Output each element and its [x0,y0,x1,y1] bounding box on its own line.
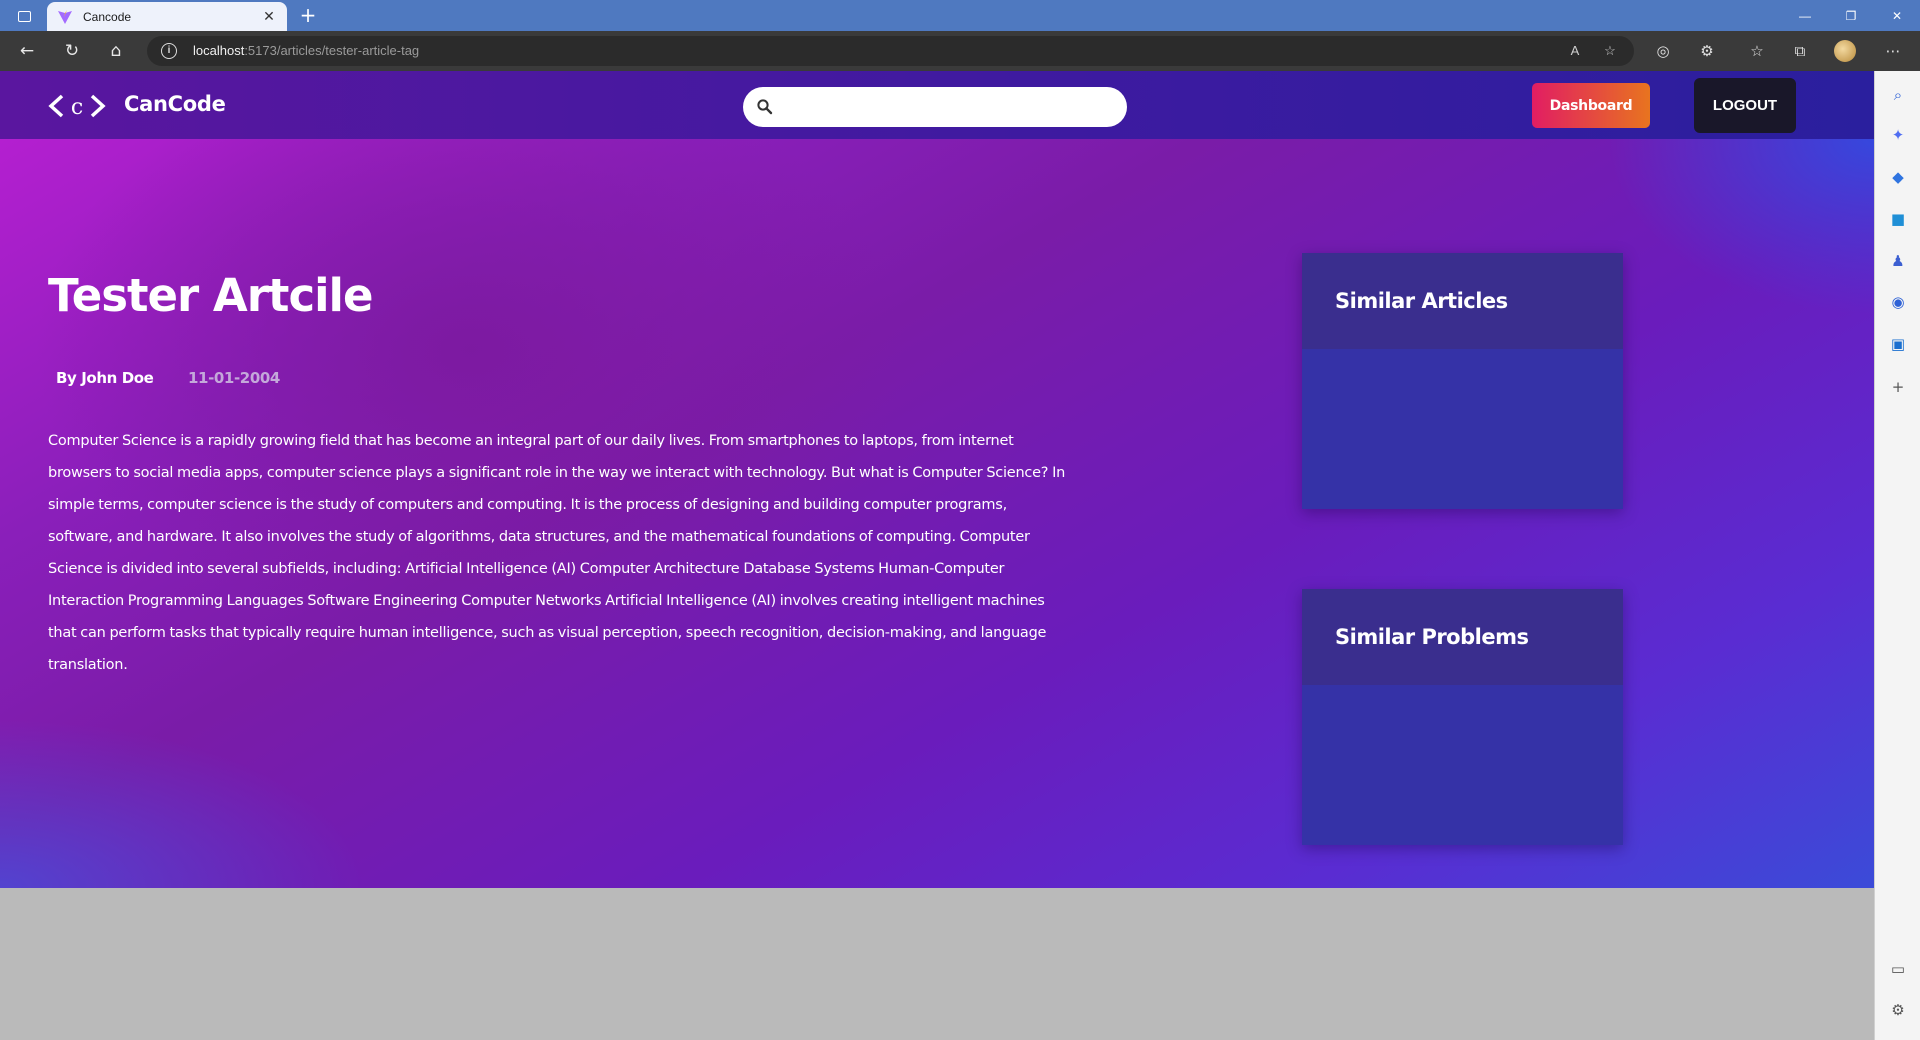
search-input[interactable] [783,92,1113,122]
site-info-icon[interactable]: i [161,43,177,59]
dashboard-button[interactable]: Dashboard [1532,83,1650,128]
outlook-icon[interactable]: ▣ [1887,333,1909,355]
new-tab-button[interactable]: + [296,4,320,28]
collections-icon[interactable]: ⧉ [1785,37,1815,65]
extensions-icon[interactable]: ⚙ [1692,37,1722,65]
similar-problems-card: Similar Problems [1302,589,1623,845]
more-options-icon[interactable]: ⋯ [1878,37,1908,65]
add-sidebar-app-icon[interactable]: + [1887,376,1909,398]
similar-articles-title: Similar Articles [1335,289,1508,313]
page-viewport: c CanCode Dashboard LOGOUT Tester Artcil… [0,71,1874,1040]
hide-sidebar-icon[interactable]: ▭ [1887,958,1909,980]
cancode-logo-icon[interactable]: c [48,91,106,121]
search-sidebar-icon[interactable]: ⌕ [1887,84,1909,106]
shopping-tag-icon[interactable]: ◆ [1887,166,1909,188]
copilot-icon[interactable]: ✦ [1887,124,1909,146]
tab-title: Cancode [83,9,132,24]
similar-articles-card: Similar Articles [1302,253,1623,509]
profile-avatar[interactable] [1830,37,1860,65]
microsoft365-icon[interactable]: ◉ [1887,291,1909,313]
restore-icon[interactable]: ❐ [1828,0,1874,31]
logout-button[interactable]: LOGOUT [1694,78,1796,133]
window-controls: — ❐ ✕ [1782,0,1920,31]
similar-articles-header: Similar Articles [1302,253,1623,349]
svg-text:c: c [71,95,83,120]
address-bar[interactable]: i localhost:5173/articles/tester-article… [147,36,1634,66]
brand-name[interactable]: CanCode [124,92,226,116]
back-icon[interactable]: ← [12,37,42,65]
favorite-star-icon[interactable]: ☆ [1599,41,1621,61]
window-close-icon[interactable]: ✕ [1874,0,1920,31]
site-navbar: c CanCode Dashboard LOGOUT [0,71,1874,139]
tools-icon[interactable]: ■ [1887,208,1909,230]
article-author: By John Doe [56,369,154,387]
search-box[interactable] [743,87,1127,127]
tracking-icon[interactable]: ◎ [1648,37,1678,65]
tab-close-icon[interactable]: ✕ [259,9,279,25]
url-host: localhost [193,43,245,58]
sidebar-settings-icon[interactable]: ⚙ [1887,999,1909,1021]
tab-actions-icon[interactable] [12,7,36,25]
search-icon [757,99,773,115]
browser-tabstrip: Cancode ✕ + — ❐ ✕ [0,0,1920,31]
read-aloud-icon[interactable]: A [1564,41,1586,61]
minimize-icon[interactable]: — [1782,0,1828,31]
refresh-icon[interactable]: ↻ [57,37,87,65]
browser-side-panel: ⌕ ✦ ◆ ■ ♟ ◉ ▣ + ▭ ⚙ [1874,71,1920,1040]
vite-favicon-icon [57,9,73,25]
article-date: 11-01-2004 [188,369,280,387]
browser-tab[interactable]: Cancode ✕ [47,2,287,31]
games-icon[interactable]: ♟ [1887,250,1909,272]
home-icon[interactable]: ⌂ [101,37,131,65]
similar-problems-title: Similar Problems [1335,625,1529,649]
browser-toolbar: ← ↻ ⌂ i localhost:5173/articles/tester-a… [0,31,1920,71]
url-path: :5173/articles/tester-article-tag [244,43,420,58]
article-title: Tester Artcile [48,269,373,322]
similar-problems-header: Similar Problems [1302,589,1623,685]
favorites-icon[interactable]: ☆ [1742,37,1772,65]
url-text[interactable]: localhost:5173/articles/tester-article-t… [193,43,419,58]
article-body: Computer Science is a rapidly growing fi… [48,433,1066,673]
article-section: Tester Artcile By John Doe 11-01-2004 Co… [0,139,1874,888]
